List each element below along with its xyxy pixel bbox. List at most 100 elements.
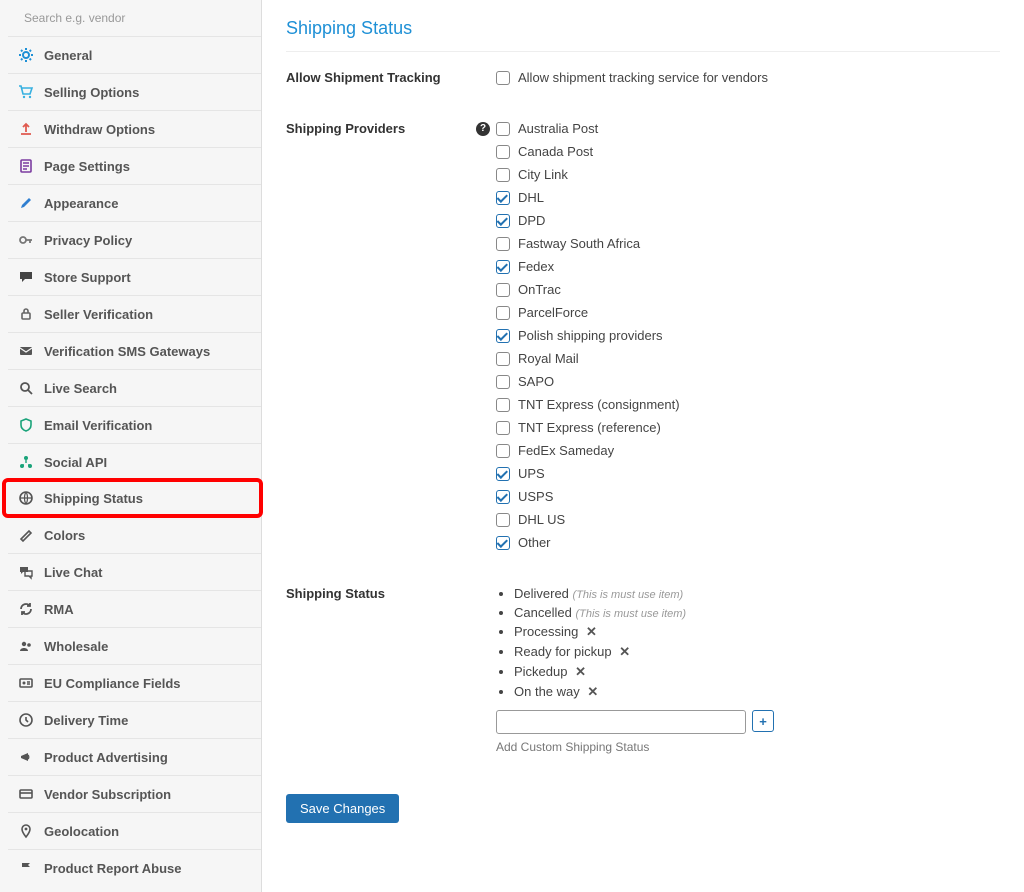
sidebar-item-seller-verification[interactable]: Seller Verification [8,295,261,332]
status-item-label: On the way [514,684,580,699]
sidebar-item-label: Store Support [44,270,131,285]
provider-checkbox[interactable] [496,214,510,228]
provider-label: City Link [518,167,568,183]
custom-status-input[interactable] [496,710,746,734]
sidebar-item-colors[interactable]: Colors [8,516,261,553]
sidebar-item-email-verification[interactable]: Email Verification [8,406,261,443]
provider-checkbox[interactable] [496,444,510,458]
provider-label: ParcelForce [518,305,588,321]
provider-checkbox[interactable] [496,283,510,297]
network-icon [18,454,34,470]
sidebar-item-page-settings[interactable]: Page Settings [8,147,261,184]
status-label: Shipping Status [286,586,496,601]
sidebar-item-appearance[interactable]: Appearance [8,184,261,221]
provider-checkbox[interactable] [496,306,510,320]
clock-icon [18,712,34,728]
provider-checkbox[interactable] [496,237,510,251]
sidebar-item-rma[interactable]: RMA [8,590,261,627]
status-item: Cancelled (This is must use item) [514,605,1000,620]
provider-checkbox[interactable] [496,490,510,504]
search-icon [18,380,34,396]
sidebar-item-store-support[interactable]: Store Support [8,258,261,295]
provider-label: Fastway South Africa [518,236,640,252]
allow-tracking-checkbox[interactable] [496,71,510,85]
provider-checkbox[interactable] [496,375,510,389]
sidebar-item-label: Withdraw Options [44,122,155,137]
sidebar-item-verification-sms-gateways[interactable]: Verification SMS Gateways [8,332,261,369]
provider-label: OnTrac [518,282,561,298]
sidebar-item-withdraw-options[interactable]: Withdraw Options [8,110,261,147]
provider-checkbox[interactable] [496,122,510,136]
sidebar-item-label: Geolocation [44,824,119,839]
remove-status-icon[interactable]: ✕ [586,624,597,640]
provider-checkbox[interactable] [496,168,510,182]
sidebar-item-social-api[interactable]: Social API [8,443,261,480]
id-icon [18,675,34,691]
provider-checkbox[interactable] [496,513,510,527]
sidebar-item-eu-compliance-fields[interactable]: EU Compliance Fields [8,664,261,701]
status-item-label: Delivered [514,586,569,601]
sidebar-item-label: Product Report Abuse [44,861,181,876]
refresh-icon [18,601,34,617]
sidebar-item-label: Email Verification [44,418,152,433]
sidebar-item-label: Shipping Status [44,491,143,506]
provider-label: Other [518,535,551,551]
sidebar-item-selling-options[interactable]: Selling Options [8,73,261,110]
sidebar-item-geolocation[interactable]: Geolocation [8,812,261,849]
status-item-label: Ready for pickup [514,644,612,659]
provider-checkbox[interactable] [496,260,510,274]
shield-icon [18,417,34,433]
provider-checkbox[interactable] [496,329,510,343]
cart-icon [18,84,34,100]
sidebar-item-label: Verification SMS Gateways [44,344,210,359]
custom-status-help: Add Custom Shipping Status [496,740,1000,754]
sidebar-item-label: EU Compliance Fields [44,676,181,691]
paint-icon [18,527,34,543]
main-panel: Shipping Status Allow Shipment Tracking … [262,0,1024,892]
status-must-use-note: (This is must use item) [575,608,686,620]
providers-label: Shipping Providers [286,121,405,136]
sidebar-item-privacy-policy[interactable]: Privacy Policy [8,221,261,258]
provider-checkbox[interactable] [496,467,510,481]
sidebar-item-label: Social API [44,455,107,470]
users-icon [18,638,34,654]
sidebar-item-live-chat[interactable]: Live Chat [8,553,261,590]
provider-label: TNT Express (reference) [518,420,661,436]
sidebar-item-label: RMA [44,602,74,617]
sidebar-nav: General Selling Options Withdraw Options Pa… [8,36,261,886]
settings-sidebar: Search e.g. vendor General Selling Option… [0,0,262,892]
add-status-button[interactable]: + [752,710,774,732]
remove-status-icon[interactable]: ✕ [619,644,630,660]
card-icon [18,786,34,802]
sidebar-item-product-report-abuse[interactable]: Product Report Abuse [8,849,261,886]
sidebar-item-label: Colors [44,528,85,543]
search-input[interactable]: Search e.g. vendor [18,9,251,27]
sidebar-item-product-advertising[interactable]: Product Advertising [8,738,261,775]
provider-checkbox[interactable] [496,352,510,366]
help-icon[interactable]: ? [476,122,490,136]
provider-label: DHL US [518,512,565,528]
provider-label: Royal Mail [518,351,579,367]
save-button[interactable]: Save Changes [286,794,399,823]
page-icon [18,158,34,174]
upload-icon [18,121,34,137]
remove-status-icon[interactable]: ✕ [575,664,586,680]
provider-checkbox[interactable] [496,398,510,412]
sidebar-item-label: Page Settings [44,159,130,174]
sidebar-item-label: General [44,48,92,63]
sidebar-item-wholesale[interactable]: Wholesale [8,627,261,664]
status-item: On the way ✕ [514,684,1000,700]
sidebar-item-general[interactable]: General [8,36,261,73]
sidebar-item-shipping-status[interactable]: Shipping Status [2,478,263,518]
chat-icon [18,269,34,285]
provider-checkbox[interactable] [496,145,510,159]
sidebar-item-live-search[interactable]: Live Search [8,369,261,406]
provider-checkbox[interactable] [496,191,510,205]
status-list: Delivered (This is must use item)Cancell… [496,586,1000,700]
provider-checkbox[interactable] [496,421,510,435]
sidebar-item-vendor-subscription[interactable]: Vendor Subscription [8,775,261,812]
sidebar-item-delivery-time[interactable]: Delivery Time [8,701,261,738]
provider-checkbox[interactable] [496,536,510,550]
provider-label: DPD [518,213,545,229]
remove-status-icon[interactable]: ✕ [587,684,598,700]
